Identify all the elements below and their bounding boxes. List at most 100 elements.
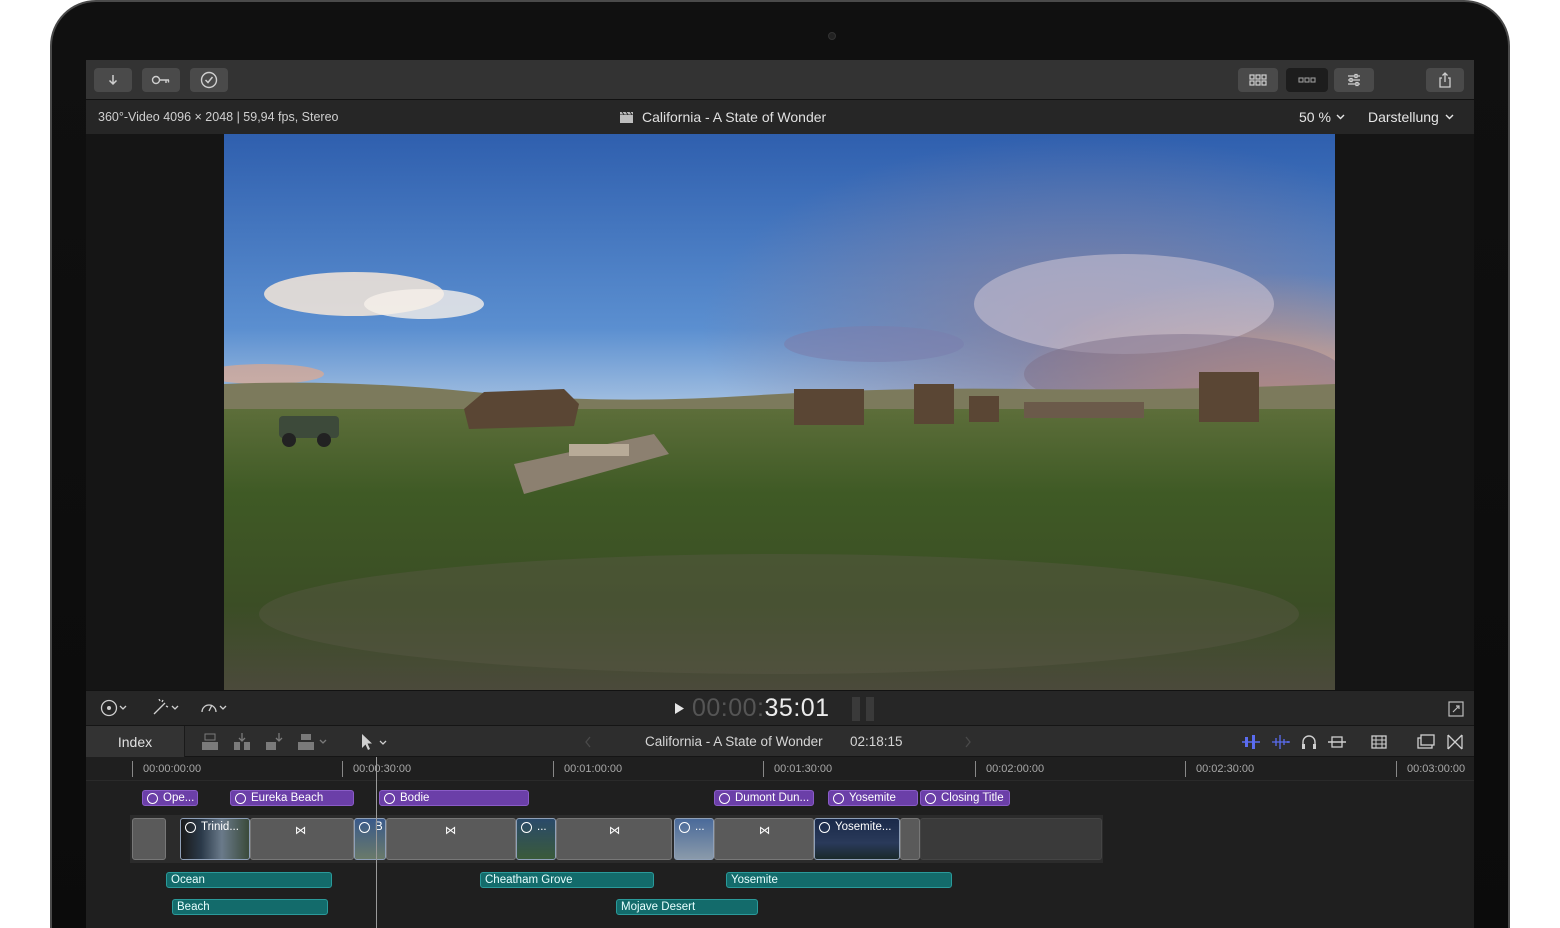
video-clip[interactable]: Trinid...	[180, 818, 250, 860]
ruler-label: 00:00:00:00	[143, 763, 202, 775]
back-arrow-icon[interactable]	[584, 736, 592, 748]
audio-clip[interactable]: Yosemite	[726, 872, 952, 888]
audio-meter-right	[866, 697, 874, 721]
app-window: 360°-Video 4096 × 2048 | 59,94 fps, Ster…	[86, 60, 1474, 928]
title-clip-label: Bodie	[400, 792, 430, 804]
transition-clip[interactable]: ⋈	[250, 818, 354, 860]
video-waveform-icon[interactable]	[1240, 732, 1262, 752]
forward-arrow-icon[interactable]	[964, 736, 972, 748]
select-tool-icon[interactable]	[358, 732, 390, 752]
sliders-icon	[1348, 73, 1360, 87]
transition-icon: ⋈	[445, 825, 457, 837]
viewer-project-title: California - A State of Wonder	[642, 109, 827, 125]
title-clip-label: Closing Title	[941, 792, 1004, 804]
playhead[interactable]	[376, 757, 377, 928]
title-clip[interactable]: Dumont Dun...	[714, 790, 814, 806]
ruler-label: 00:00:30:00	[353, 763, 412, 775]
clapper-icon	[620, 111, 633, 123]
view-menu-label: Darstellung	[1368, 109, 1439, 125]
video-clip[interactable]: B	[354, 818, 386, 860]
clip-appearance-icon[interactable]	[1370, 732, 1388, 752]
append-clip-icon[interactable]	[264, 732, 284, 752]
retime-button[interactable]	[196, 697, 232, 719]
transition-icon: ⋈	[295, 825, 307, 837]
enhance-button[interactable]	[148, 697, 184, 719]
gap-clip[interactable]	[920, 818, 1102, 860]
transitions-browser-icon[interactable]	[1446, 732, 1464, 752]
title-clip-label: Dumont Dun...	[735, 792, 810, 804]
transition-clip[interactable]: ⋈	[714, 818, 814, 860]
background-tasks-button[interactable]	[190, 68, 228, 92]
timeline-duration: 02:18:15	[850, 734, 903, 749]
title-clip[interactable]: Eureka Beach	[230, 790, 354, 806]
gap-clip[interactable]	[132, 818, 166, 860]
title-icon	[925, 792, 936, 804]
timeline-ruler[interactable]: 00:00:00:00 00:00:30:00 00:01:00:00 00:0…	[86, 757, 1474, 781]
download-arrow-icon	[108, 75, 118, 86]
overwrite-clip-icon[interactable]	[296, 732, 330, 752]
gap-clip[interactable]	[900, 818, 920, 860]
title-clip[interactable]: Yosemite	[828, 790, 918, 806]
title-icon	[719, 792, 730, 804]
clip-label-text: Yosemite...	[835, 821, 892, 833]
timeline[interactable]: 00:00:00:00 00:00:30:00 00:01:00:00 00:0…	[86, 757, 1474, 928]
video-frame[interactable]	[224, 134, 1335, 690]
audio-clip[interactable]: Cheatham Grove	[480, 872, 654, 888]
chevron-down-icon	[1336, 114, 1345, 120]
magic-wand-icon	[153, 699, 179, 715]
timecode-leading: 00:00:	[692, 694, 765, 722]
ruler-tick	[553, 761, 554, 777]
title-clip[interactable]: Bodie	[379, 790, 529, 806]
audio-clip[interactable]: Ocean	[166, 872, 332, 888]
play-icon[interactable]	[674, 702, 685, 715]
format-info: 360°-Video 4096 × 2048 | 59,94 fps, Ster…	[98, 110, 339, 124]
ruler-tick	[1185, 761, 1186, 777]
fullscreen-icon[interactable]	[1448, 701, 1464, 717]
import-button[interactable]	[94, 68, 132, 92]
audio-clip[interactable]: Mojave Desert	[616, 899, 758, 915]
timeline-header: Index California - A State of Wonder 02:…	[86, 725, 1474, 757]
video-clip[interactable]: ...	[516, 818, 556, 860]
transition-clip[interactable]: ⋈	[556, 818, 672, 860]
timeline-toggle-button[interactable]	[1286, 68, 1328, 92]
ruler-tick	[132, 761, 133, 777]
transition-clip[interactable]: ⋈	[386, 818, 516, 860]
title-icon	[147, 792, 158, 804]
clip-label: B	[359, 821, 383, 833]
share-button[interactable]	[1426, 68, 1464, 92]
audio-clip[interactable]: Beach	[172, 899, 328, 915]
timeline-project-title: California - A State of Wonder	[645, 734, 823, 749]
title-clip[interactable]: Ope...	[142, 790, 198, 806]
zoom-popup[interactable]: 50 %	[1299, 109, 1345, 125]
viewer-title: California - A State of Wonder	[619, 109, 826, 125]
chevron-down-icon	[1445, 114, 1454, 120]
clip-label-text: ...	[537, 821, 547, 833]
view-options-button[interactable]	[94, 697, 134, 719]
360-icon	[679, 821, 690, 833]
clip-label: Yosemite...	[819, 821, 891, 833]
snapping-icon[interactable]	[1326, 732, 1348, 752]
360-icon	[521, 821, 532, 833]
keywords-button[interactable]	[142, 68, 180, 92]
inspector-toggle-button[interactable]	[1334, 68, 1374, 92]
360-view-icon	[100, 699, 127, 717]
clip-label: ...	[521, 821, 547, 833]
ruler-label: 00:01:30:00	[774, 763, 833, 775]
view-menu[interactable]: Darstellung	[1368, 109, 1454, 125]
video-clip[interactable]: ...	[674, 818, 714, 860]
insert-clip-icon[interactable]	[232, 732, 252, 752]
transition-icon: ⋈	[609, 825, 621, 837]
title-clip[interactable]: Closing Title	[920, 790, 1010, 806]
index-button[interactable]: Index	[86, 726, 185, 757]
headphones-icon[interactable]	[1300, 732, 1318, 752]
viewer	[86, 134, 1474, 690]
video-clip[interactable]: Yosemite...	[814, 818, 900, 860]
ruler-tick	[342, 761, 343, 777]
timecode-display[interactable]: 00:00:35:01	[692, 694, 830, 723]
browser-toggle-button[interactable]	[1238, 68, 1278, 92]
audio-skimming-icon[interactable]	[1270, 732, 1292, 752]
connect-clip-icon[interactable]	[200, 732, 220, 752]
audio-meter-left	[852, 697, 860, 721]
effects-browser-icon[interactable]	[1416, 732, 1436, 752]
360-icon	[185, 821, 196, 833]
